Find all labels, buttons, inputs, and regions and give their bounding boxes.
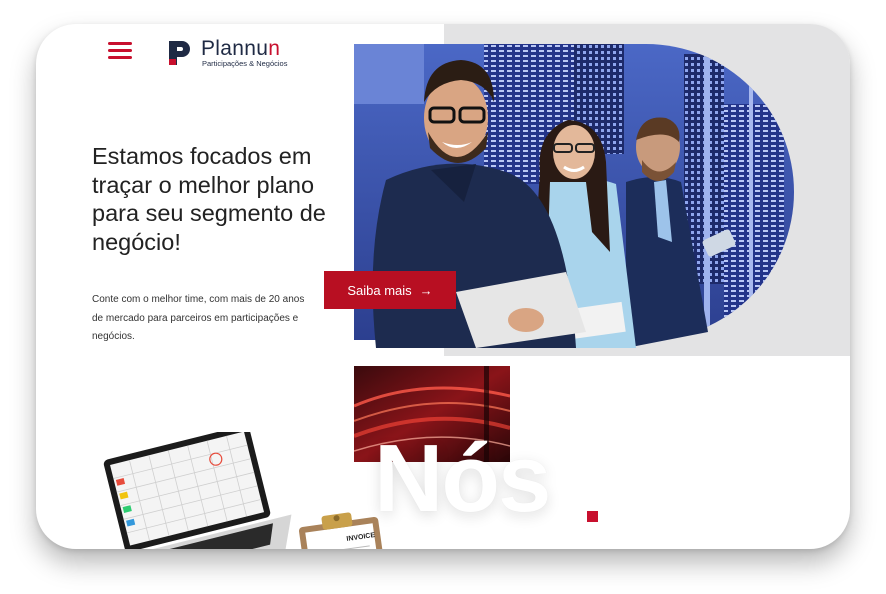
clipboard-illustration: INVOICE bbox=[298, 512, 386, 549]
about-title-dot bbox=[587, 511, 598, 522]
brand-logo[interactable]: Plannun Participações & Negócios bbox=[168, 38, 318, 70]
hero-subtext: Conte com o melhor time, com mais de 20 … bbox=[92, 294, 305, 342]
arrow-right-icon: → bbox=[419, 282, 433, 298]
hamburger-menu-icon[interactable] bbox=[108, 42, 132, 60]
hero-headline: Estamos focados em traçar o melhor plano… bbox=[92, 143, 326, 255]
page-card: Plannun Participações & Negócios Estamos… bbox=[36, 24, 850, 549]
laptop-illustration bbox=[101, 432, 292, 549]
about-title: Nós bbox=[374, 425, 551, 532]
brand-name: Plannun bbox=[201, 37, 281, 60]
saiba-mais-label: Saiba mais bbox=[347, 282, 412, 298]
brand-tagline: Participações & Negócios bbox=[202, 59, 288, 68]
logo-mark-icon bbox=[169, 41, 190, 65]
saiba-mais-button[interactable]: Saiba mais → bbox=[324, 271, 456, 309]
